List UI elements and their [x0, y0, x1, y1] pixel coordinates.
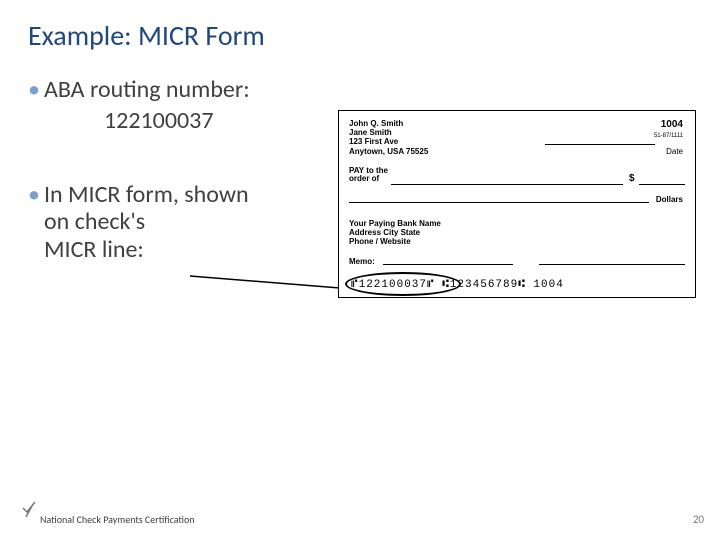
checkmark-pencil-icon	[22, 500, 36, 518]
payer-name-2: Jane Smith	[349, 128, 428, 137]
check-number: 1004	[661, 119, 683, 130]
bank-phone: Phone / Website	[349, 237, 441, 246]
amount-line	[639, 183, 685, 185]
bullet1-value: 122100037	[104, 106, 328, 135]
date-line	[545, 143, 655, 145]
footer-text: National Check Payments Certification	[40, 513, 195, 526]
bullet1-label: ABA routing number:	[44, 75, 250, 104]
payer-addr-1: 123 First Ave	[349, 137, 428, 146]
payer-addr-2: Anytown, USA 75525	[349, 147, 428, 156]
fractional-routing: 51-87/1111	[654, 133, 683, 139]
arrow-icon	[190, 270, 350, 296]
bank-name: Your Paying Bank Name	[349, 219, 441, 228]
bank-addr: Address City State	[349, 228, 441, 237]
signature-line	[539, 263, 685, 265]
bullet2-line3: MICR line:	[44, 236, 328, 264]
dollars-label: Dollars	[656, 195, 683, 204]
memo-line	[383, 263, 513, 265]
payer-name-1: John Q. Smith	[349, 119, 428, 128]
bullet-marker: •	[28, 180, 40, 209]
slide-title: Example: MICR Form	[28, 18, 265, 53]
written-amount-line	[349, 201, 649, 203]
bullet-list: •ABA routing number: 122100037 •In MICR …	[28, 76, 328, 263]
bank-block: Your Paying Bank Name Address City State…	[349, 219, 441, 247]
payee-line	[391, 183, 623, 185]
dollar-sign: $	[629, 173, 635, 184]
payto-line2: order of	[349, 175, 388, 183]
check-image: John Q. Smith Jane Smith 123 First Ave A…	[338, 110, 696, 298]
bullet2-line2: on check's	[44, 208, 328, 236]
micr-line: ⑈122100037⑈ ⑆123456789⑆ 1004	[351, 279, 564, 291]
bullet-marker: •	[28, 75, 40, 104]
bullet-item-2: •In MICR form, shown	[28, 181, 328, 209]
date-label: Date	[666, 147, 683, 156]
bullet2-line1: In MICR form, shown	[44, 180, 249, 209]
payer-name-block: John Q. Smith Jane Smith 123 First Ave A…	[349, 119, 428, 156]
memo-label: Memo:	[349, 257, 375, 266]
bullet-item-1: •ABA routing number:	[28, 76, 328, 104]
slide: Example: MICR Form •ABA routing number: …	[0, 0, 720, 540]
page-number: 20	[693, 513, 704, 526]
pay-to-label: PAY to the order of	[349, 167, 388, 184]
